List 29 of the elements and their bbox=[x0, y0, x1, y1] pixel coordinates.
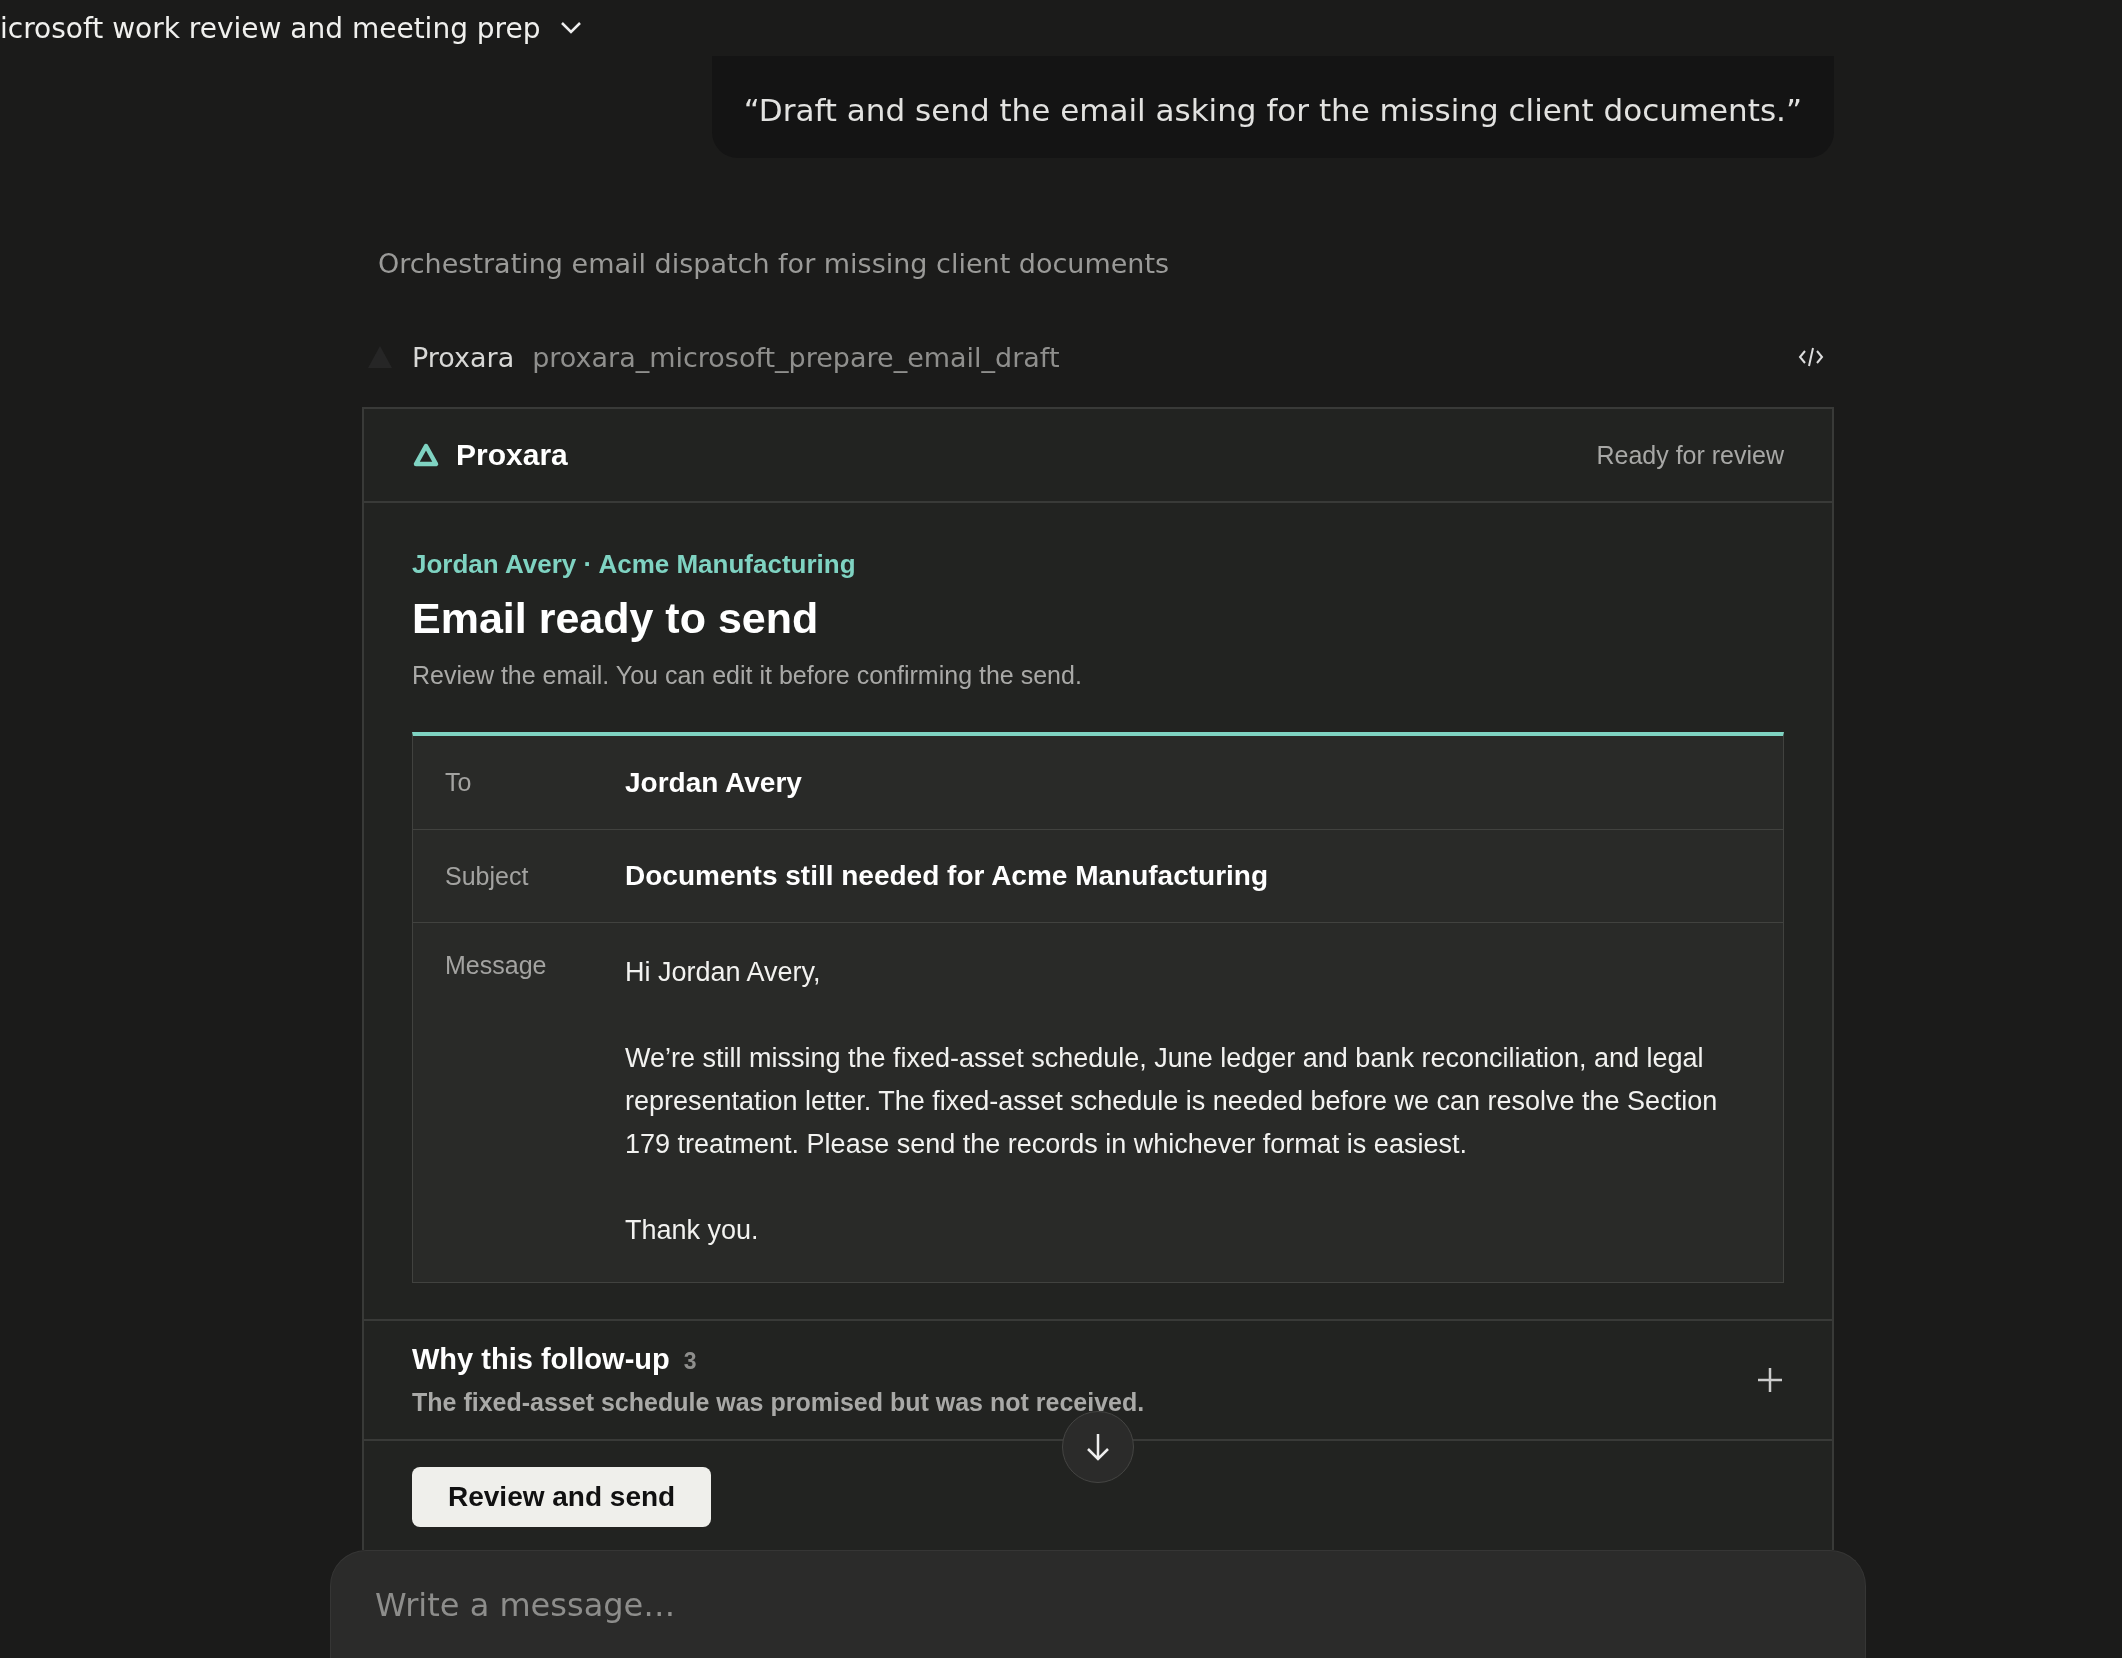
card-title: Email ready to send bbox=[412, 594, 820, 643]
field-label: To bbox=[445, 768, 473, 797]
plus-icon[interactable] bbox=[1756, 1366, 1784, 1394]
tool-app-name: Proxara bbox=[412, 341, 515, 373]
reason-count: 3 bbox=[683, 1348, 697, 1375]
reason-summary: The fixed-asset schedule was promised but was not received. bbox=[412, 1388, 1146, 1417]
brand-name: Proxara bbox=[456, 438, 569, 472]
field-value: Documents still needed for Acme Manufacturing bbox=[625, 860, 1270, 892]
user-message: “Draft and send the email asking for the missing client documents.” bbox=[711, 56, 1834, 158]
chevron-down-icon[interactable] bbox=[560, 21, 583, 35]
field-label: Subject bbox=[445, 861, 530, 891]
status-text: Orchestrating email dispatch for missing client documents bbox=[378, 248, 1171, 279]
tool-function-name: proxara_microsoft_prepare_email_draft bbox=[532, 341, 1061, 373]
code-icon[interactable] bbox=[1798, 346, 1824, 368]
review-and-send-button[interactable]: Review and send bbox=[412, 1467, 712, 1527]
message-input[interactable]: Write a message… bbox=[373, 1584, 1823, 1625]
section-title[interactable]: Why this follow-up bbox=[412, 1343, 670, 1376]
chat-title[interactable]: icrosoft work review and meeting prep bbox=[0, 11, 541, 45]
field-label: Message bbox=[445, 951, 548, 980]
message-paragraph: Hi Jordan Avery, bbox=[625, 956, 822, 989]
message-paragraph: We’re still missing the fixed-asset schedule, June ledger and bank reconciliation, and legal representation letter. The fixed-asset schedule is needed before we can resolve the Section 179 treatment. Please send the records in whichever format is easiest. bbox=[625, 1042, 1719, 1161]
triangle-logo-icon bbox=[412, 442, 440, 468]
message-composer[interactable]: Write a message… bbox=[330, 1550, 1866, 1658]
field-value: Jordan Avery bbox=[625, 766, 803, 799]
card-subtitle: Review the email. You can edit it before confirming the send. bbox=[412, 661, 1083, 690]
message-paragraph: Thank you. bbox=[625, 1214, 760, 1247]
arrow-down-icon bbox=[1085, 1432, 1111, 1462]
review-status: Ready for review bbox=[1596, 440, 1784, 470]
recipient-company: Jordan Avery · Acme Manufacturing bbox=[412, 549, 857, 580]
